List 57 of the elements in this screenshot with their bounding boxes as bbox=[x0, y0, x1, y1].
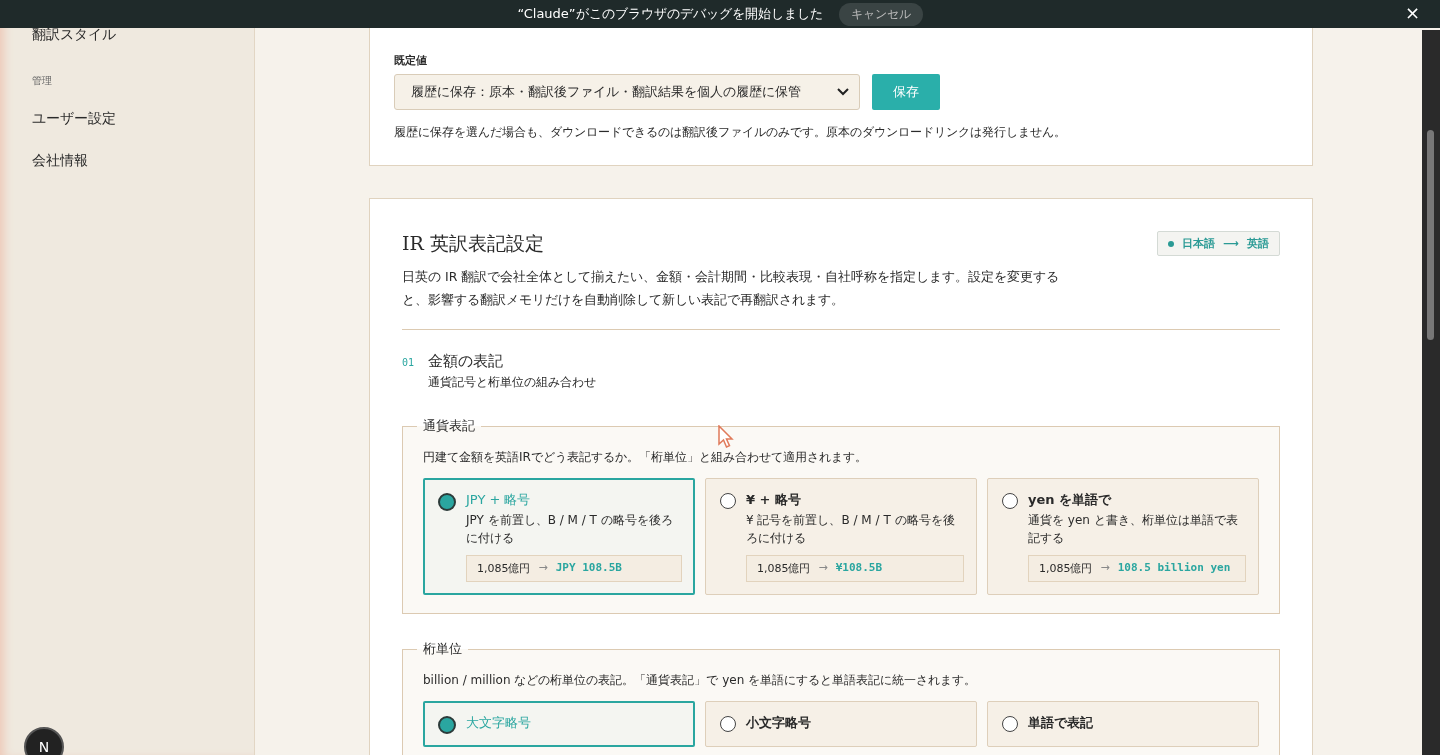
option-card[interactable]: yen を単語で 通貨を yen と書き、桁単位は単語で表記する 1,085億円 → 108.5 billion yen bbox=[987, 478, 1259, 595]
arrow-icon: → bbox=[538, 561, 548, 576]
option-card[interactable]: ¥ + 略号 ¥ 記号を前置し、B / M / T の略号を後ろに付ける 1,085億円 → ¥108.5B bbox=[705, 478, 977, 595]
scrollbar-thumb[interactable] bbox=[1427, 130, 1434, 340]
option-card[interactable]: 単語で表記 bbox=[987, 701, 1259, 747]
option-title: 大文字略号 bbox=[466, 714, 532, 732]
option-title: 単語で表記 bbox=[1028, 714, 1094, 732]
option-card[interactable]: 小文字略号 bbox=[705, 701, 977, 747]
sidebar-item[interactable]: 会社情報 bbox=[32, 150, 88, 172]
example-source: 1,085億円 bbox=[477, 561, 531, 576]
history-select[interactable]: 履歴に保存：原本・翻訳後ファイル・翻訳結果を個人の履歴に保管 bbox=[394, 74, 860, 110]
scrollbar[interactable] bbox=[1422, 30, 1440, 755]
option-card[interactable]: JPY + 略号 JPY を前置し、B / M / T の略号を後ろに付ける 1,085億円 → JPY 108.5B bbox=[423, 478, 695, 595]
field-label: 既定値 bbox=[394, 53, 428, 68]
group-hint: billion / million などの桁単位の表記。「通貨表記」で yen を単語にすると単語表記に統一されます。 bbox=[423, 672, 978, 689]
section-title: IR 英訳表記設定 bbox=[402, 231, 544, 256]
cursor-icon bbox=[718, 425, 734, 449]
subsection-title: 金額の表記 bbox=[428, 352, 505, 371]
example-source: 1,085億円 bbox=[757, 561, 811, 576]
option-description: JPY を前置し、B / M / T の略号を後ろに付ける bbox=[466, 512, 674, 547]
sidebar-heading: 管理 bbox=[32, 74, 52, 88]
arrow-icon: → bbox=[818, 561, 828, 576]
history-note: 履歴に保存を選んだ場合も、ダウンロードできるのは翻訳後ファイルのみです。原本のダウンロードリンクは発行しません。 bbox=[394, 124, 1067, 141]
radio-button[interactable] bbox=[1002, 493, 1018, 509]
dot-icon bbox=[1168, 240, 1175, 247]
radio-button[interactable] bbox=[720, 493, 736, 509]
option-title: ¥ + 略号 bbox=[746, 491, 802, 509]
example-source: 1,085億円 bbox=[1039, 561, 1093, 576]
group-hint: 円建て金額を英語IRでどう表記するか。「桁単位」と組み合わせて適用されます。 bbox=[423, 449, 868, 466]
sidebar-item[interactable]: 翻訳スタイル bbox=[32, 24, 116, 46]
target-language: 英語 bbox=[1247, 236, 1269, 251]
option-description: ¥ 記号を前置し、B / M / T の略号を後ろに付ける bbox=[746, 512, 956, 547]
notification-message: “Claude”がこのブラウザのデバッグを開始しました bbox=[517, 5, 823, 23]
subsection-subtitle: 通貨記号と桁単位の組み合わせ bbox=[428, 374, 597, 391]
radio-button[interactable] bbox=[1002, 716, 1018, 732]
option-title: 小文字略号 bbox=[746, 714, 812, 732]
group-legend: 桁単位 bbox=[417, 640, 468, 658]
example-result: JPY 108.5B bbox=[555, 561, 622, 576]
section-number: 01 bbox=[402, 357, 415, 368]
sidebar-item[interactable]: ユーザー設定 bbox=[32, 108, 116, 130]
arrow-icon: ⟶ bbox=[1223, 237, 1239, 250]
close-button[interactable]: × bbox=[1404, 2, 1420, 23]
radio-button[interactable] bbox=[438, 716, 456, 734]
dev-indicator-button[interactable]: N bbox=[24, 727, 64, 755]
example-result: 108.5 billion yen bbox=[1117, 561, 1231, 576]
source-language: 日本語 bbox=[1182, 236, 1216, 251]
section-description: 日英の IR 翻訳で会社全体として揃えたい、金額・会計期間・比較表現・自社呼称を指定します。設定を変更すると、影響する翻訳メモリだけを自動削除して新しい表記で再翻訳されます。 bbox=[402, 268, 1061, 309]
option-title: yen を単語で bbox=[1028, 491, 1113, 509]
radio-button[interactable] bbox=[720, 716, 736, 732]
cancel-button[interactable]: キャンセル bbox=[838, 2, 923, 26]
option-title: JPY + 略号 bbox=[466, 491, 532, 509]
example-result: ¥108.5B bbox=[835, 561, 883, 576]
radio-button[interactable] bbox=[438, 493, 456, 511]
group-legend: 通貨表記 bbox=[417, 417, 481, 435]
option-description: 通貨を yen と書き、桁単位は単語で表記する bbox=[1028, 512, 1239, 547]
chevron-down-icon bbox=[837, 88, 849, 96]
arrow-icon: → bbox=[1100, 561, 1110, 576]
